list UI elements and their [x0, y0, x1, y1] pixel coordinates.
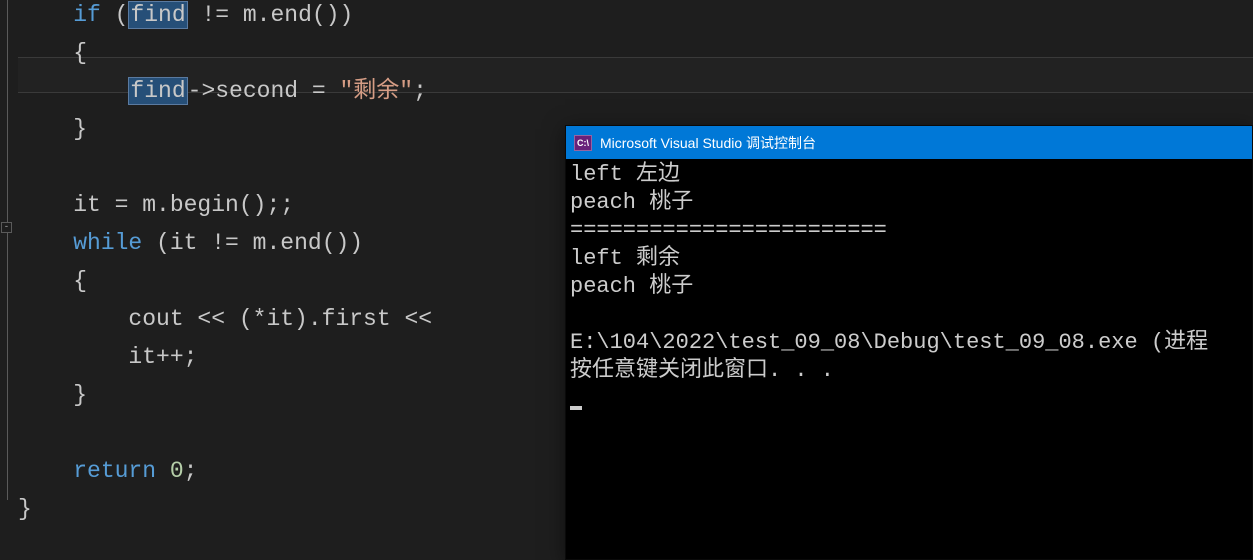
debug-console-window[interactable]: C:\ Microsoft Visual Studio 调试控制台 left 左…	[565, 125, 1253, 560]
code-area[interactable]: if (find != m.end()) { find->second = "剩…	[18, 0, 432, 560]
code-line-0: if (find != m.end())	[18, 1, 353, 29]
code-line-12: return 0;	[18, 458, 197, 484]
code-line-10: }	[18, 382, 87, 408]
code-line-9: it++;	[18, 344, 197, 370]
code-line-7: {	[18, 268, 87, 294]
fold-line	[7, 0, 8, 500]
console-cursor	[570, 406, 582, 410]
console-line: E:\104\2022\test_09_08\Debug\test_09_08.…	[570, 330, 1208, 355]
code-line-6: while (it != m.end())	[18, 230, 363, 256]
console-title-text: Microsoft Visual Studio 调试控制台	[600, 133, 816, 153]
console-line: ========================	[570, 218, 887, 243]
code-line-3: }	[18, 116, 87, 142]
vs-console-icon: C:\	[574, 135, 592, 151]
fold-box[interactable]: -	[1, 222, 12, 233]
code-line-5: it = m.begin();;	[18, 192, 294, 218]
console-line: left 剩余	[570, 246, 680, 271]
code-line-2: find->second = "剩余";	[18, 77, 427, 105]
console-line: 按任意键关闭此窗口. . .	[570, 358, 834, 383]
console-output[interactable]: left 左边 peach 桃子 =======================…	[566, 159, 1252, 415]
code-line-13: }	[18, 496, 32, 522]
console-line: peach 桃子	[570, 274, 693, 299]
code-line-8: cout << (*it).first <<	[18, 306, 432, 332]
console-line: left 左边	[570, 162, 680, 187]
console-line: peach 桃子	[570, 190, 693, 215]
fold-gutter: -	[0, 0, 16, 560]
search-match: find	[128, 1, 187, 29]
console-title-bar[interactable]: C:\ Microsoft Visual Studio 调试控制台	[566, 126, 1252, 159]
code-line-1: {	[18, 40, 87, 66]
caret-selection: find	[128, 77, 187, 105]
